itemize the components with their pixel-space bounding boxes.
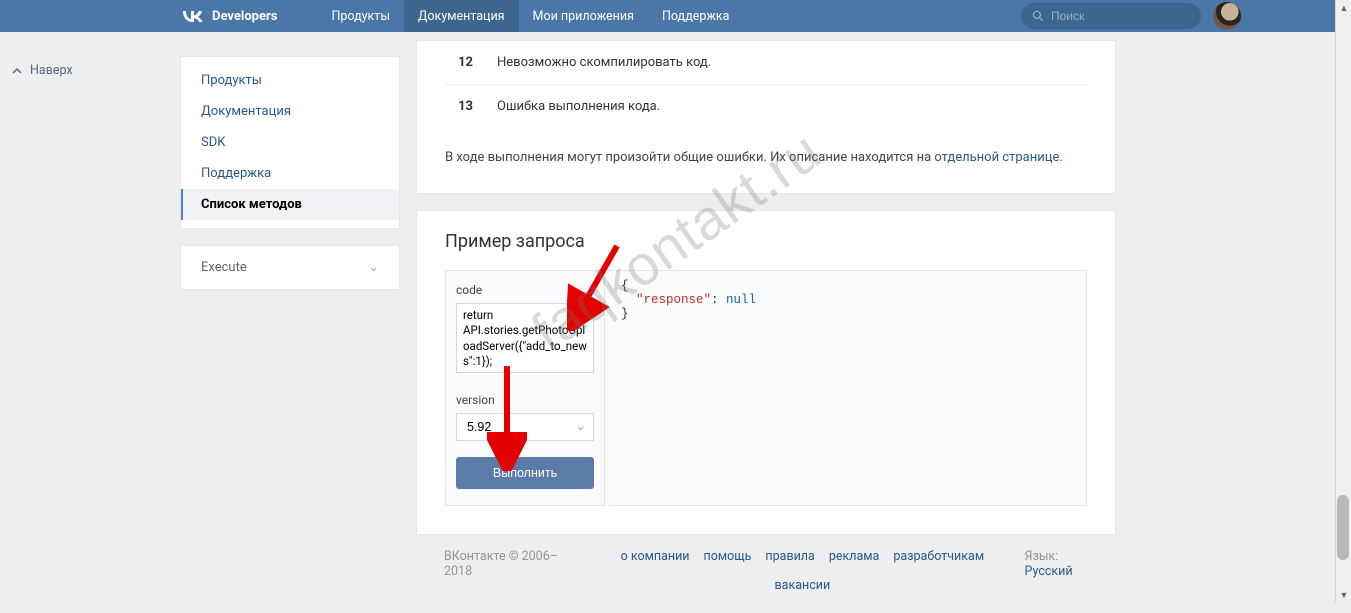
side-menu: Продукты Документация SDK Поддержка Спис…: [180, 56, 400, 229]
error-code: 12: [445, 55, 473, 70]
example-title: Пример запроса: [445, 231, 1087, 252]
nav-support[interactable]: Поддержка: [648, 0, 744, 32]
version-input[interactable]: [456, 413, 594, 441]
error-text: Ошибка выполнения кода.: [497, 99, 660, 114]
error-row: 12 Невозможно скомпилировать код.: [445, 41, 1087, 85]
general-errors-prefix: В ходе выполнения могут произойти общие …: [445, 150, 934, 165]
scroll-up-icon[interactable]: ▲: [1336, 0, 1351, 16]
form-column: code version ⌄ Выполнить: [445, 270, 605, 506]
nav-apps[interactable]: Мои приложения: [519, 0, 648, 32]
lang-label: Язык:: [1025, 549, 1059, 564]
sidebar-item-sdk[interactable]: SDK: [181, 127, 399, 158]
scroll-down-icon[interactable]: ▼: [1336, 587, 1351, 603]
general-errors-note: В ходе выполнения могут произойти общие …: [445, 148, 1087, 169]
footer-link-rules[interactable]: правила: [765, 549, 814, 564]
sandbox: code version ⌄ Выполнить { "response": n…: [445, 270, 1087, 506]
top-bar: Developers Продукты Документация Мои при…: [0, 0, 1351, 32]
sidebar-item-support[interactable]: Поддержка: [181, 158, 399, 189]
main-content: 12 Невозможно скомпилировать код. 13 Оши…: [416, 40, 1116, 613]
errors-panel: 12 Невозможно скомпилировать код. 13 Оши…: [416, 40, 1116, 194]
scroll-thumb[interactable]: [1337, 495, 1349, 560]
page-scrollbar[interactable]: ▲ ▼: [1335, 0, 1351, 603]
run-button[interactable]: Выполнить: [456, 457, 594, 489]
top-nav: Продукты Документация Мои приложения Под…: [317, 0, 743, 32]
footer-link-ads[interactable]: реклама: [829, 549, 880, 564]
code-textarea[interactable]: [456, 303, 594, 373]
footer-link-devs[interactable]: разработчикам: [893, 549, 984, 564]
version-label: version: [456, 393, 594, 407]
general-errors-link[interactable]: отдельной странице: [934, 150, 1059, 165]
sidebar-item-docs[interactable]: Документация: [181, 96, 399, 127]
footer: ВКонтакте © 2006–2018 о компании помощь …: [416, 535, 1116, 613]
sidebar-item-methods[interactable]: Список методов: [181, 189, 399, 220]
nav-products[interactable]: Продукты: [317, 0, 404, 32]
footer-link-help[interactable]: помощь: [704, 549, 752, 564]
execute-label: Execute: [201, 260, 247, 275]
footer-lang: Язык: Русский: [1025, 549, 1107, 593]
search-box[interactable]: [1021, 3, 1201, 29]
sidebar: Продукты Документация SDK Поддержка Спис…: [180, 40, 400, 613]
footer-link-about[interactable]: о компании: [621, 549, 690, 564]
execute-dropdown[interactable]: Execute ⌄: [180, 245, 400, 290]
response-val: null: [726, 293, 756, 307]
nav-docs[interactable]: Документация: [404, 0, 519, 32]
sidebar-item-products[interactable]: Продукты: [181, 65, 399, 96]
response-key: "response": [636, 293, 711, 307]
vk-icon: [180, 4, 204, 28]
result-column: { "response": null }: [609, 270, 1087, 506]
error-code: 13: [445, 99, 473, 114]
chevron-down-icon: ⌄: [368, 260, 379, 275]
error-text: Невозможно скомпилировать код.: [497, 55, 711, 70]
footer-links: о компании помощь правила реклама разраб…: [620, 549, 984, 593]
error-row: 13 Ошибка выполнения кода.: [445, 85, 1087, 128]
code-label: code: [456, 283, 594, 297]
example-panel: Пример запроса code version ⌄ Выполнит: [416, 210, 1116, 535]
lang-link[interactable]: Русский: [1025, 564, 1073, 579]
avatar[interactable]: [1213, 2, 1241, 30]
footer-link-jobs[interactable]: вакансии: [775, 578, 831, 593]
search-input[interactable]: [1051, 9, 1191, 23]
search-icon: [1031, 9, 1045, 23]
vk-logo[interactable]: Developers: [180, 4, 277, 28]
copyright: ВКонтакте © 2006–2018: [444, 549, 580, 593]
brand-text: Developers: [212, 9, 277, 24]
